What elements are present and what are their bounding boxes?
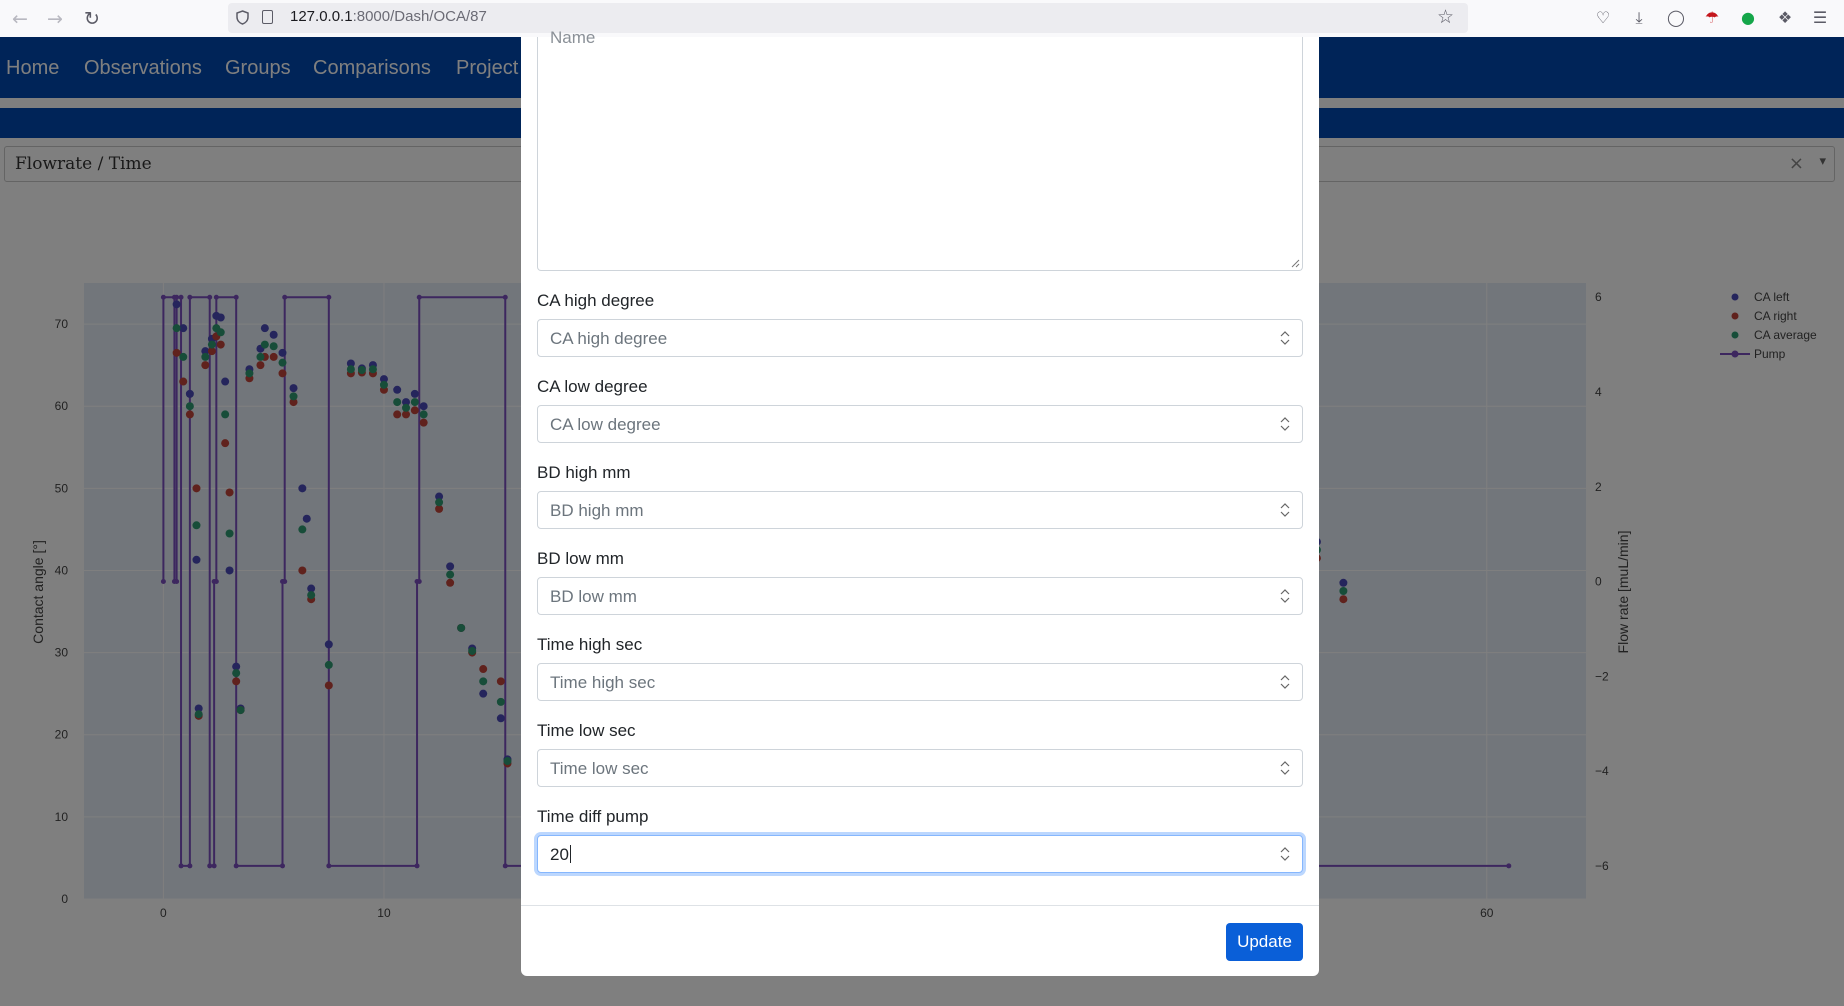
spinner-icon[interactable] xyxy=(1280,845,1290,863)
ca-high-input[interactable]: CA high degree xyxy=(537,319,1303,357)
ca-high-placeholder: CA high degree xyxy=(550,329,668,348)
ca-low-placeholder: CA low degree xyxy=(550,415,661,434)
time-diff-pump-input[interactable]: 20 xyxy=(537,835,1303,873)
time-low-placeholder: Time low sec xyxy=(550,759,649,778)
bd-high-placeholder: BD high mm xyxy=(550,501,644,520)
spinner-icon[interactable] xyxy=(1280,587,1290,605)
ca-high-label: CA high degree xyxy=(537,291,655,310)
resize-grip-icon[interactable] xyxy=(1291,259,1300,268)
spinner-icon[interactable] xyxy=(1280,329,1290,347)
ca-low-label: CA low degree xyxy=(537,377,648,396)
time-diff-pump-label: Time diff pump xyxy=(537,807,649,826)
spinner-icon[interactable] xyxy=(1280,501,1290,519)
spinner-icon[interactable] xyxy=(1280,673,1290,691)
name-textarea[interactable]: Name xyxy=(537,28,1303,271)
bd-high-input[interactable]: BD high mm xyxy=(537,491,1303,529)
bd-low-input[interactable]: BD low mm xyxy=(537,577,1303,615)
spinner-icon[interactable] xyxy=(1280,759,1290,777)
modal-footer-divider xyxy=(521,905,1319,906)
time-diff-pump-value: 20 xyxy=(550,845,571,864)
ca-low-input[interactable]: CA low degree xyxy=(537,405,1303,443)
time-high-input[interactable]: Time high sec xyxy=(537,663,1303,701)
bd-low-placeholder: BD low mm xyxy=(550,587,637,606)
bd-low-label: BD low mm xyxy=(537,549,624,568)
time-low-input[interactable]: Time low sec xyxy=(537,749,1303,787)
name-placeholder: Name xyxy=(550,28,596,47)
update-button[interactable]: Update xyxy=(1226,923,1303,961)
spinner-icon[interactable] xyxy=(1280,415,1290,433)
settings-modal: Name CA high degree CA high degree CA lo… xyxy=(521,28,1319,976)
time-high-label: Time high sec xyxy=(537,635,643,654)
time-low-label: Time low sec xyxy=(537,721,636,740)
bd-high-label: BD high mm xyxy=(537,463,631,482)
time-high-placeholder: Time high sec xyxy=(550,673,656,692)
